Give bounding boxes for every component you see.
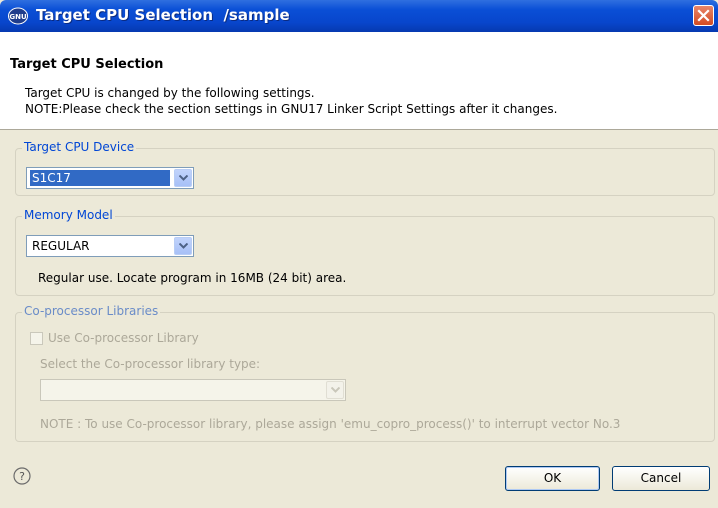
memory-model-dropdown-button[interactable] bbox=[174, 237, 192, 255]
cpu-device-select[interactable]: S1C17 bbox=[26, 167, 194, 189]
header-message-line1: Target CPU is changed by the following s… bbox=[25, 86, 315, 100]
chevron-down-icon bbox=[331, 387, 340, 393]
memory-model-legend: Memory Model bbox=[22, 208, 115, 222]
window-title: Target CPU Selection /sample bbox=[36, 6, 290, 24]
cancel-button[interactable]: Cancel bbox=[612, 466, 710, 491]
ok-button[interactable]: OK bbox=[505, 466, 600, 491]
header-message: Target CPU is changed by the following s… bbox=[25, 85, 557, 117]
chevron-down-icon bbox=[179, 175, 188, 181]
svg-text:GNU: GNU bbox=[9, 13, 27, 21]
coprocessor-type-dropdown-button[interactable] bbox=[326, 381, 344, 399]
header-message-line2: NOTE:Please check the section settings i… bbox=[25, 102, 558, 116]
cpu-device-legend: Target CPU Device bbox=[22, 140, 137, 154]
dialog-window: GNU Target CPU Selection /sample Target … bbox=[0, 0, 718, 508]
cpu-device-value: S1C17 bbox=[30, 170, 170, 186]
use-coprocessor-checkbox[interactable] bbox=[30, 332, 43, 345]
close-icon bbox=[697, 9, 710, 22]
cpu-device-dropdown-button[interactable] bbox=[174, 169, 192, 187]
header-title: Target CPU Selection bbox=[10, 57, 164, 72]
gnu-app-icon: GNU bbox=[8, 7, 28, 25]
chevron-down-icon bbox=[179, 243, 188, 249]
memory-model-description: Regular use. Locate program in 16MB (24 … bbox=[38, 271, 347, 285]
close-button[interactable] bbox=[693, 5, 714, 26]
memory-model-value: REGULAR bbox=[32, 239, 90, 253]
cpu-device-group: Target CPU Device S1C17 bbox=[15, 140, 715, 196]
coprocessor-note: NOTE : To use Co-processor library, plea… bbox=[40, 417, 621, 431]
help-icon[interactable]: ? bbox=[13, 467, 31, 485]
memory-model-select[interactable]: REGULAR bbox=[26, 235, 194, 257]
use-coprocessor-label: Use Co-processor Library bbox=[48, 331, 199, 345]
coprocessor-legend: Co-processor Libraries bbox=[22, 304, 161, 318]
coprocessor-type-select[interactable] bbox=[40, 379, 346, 401]
svg-text:?: ? bbox=[19, 470, 25, 483]
coprocessor-type-label: Select the Co-processor library type: bbox=[40, 357, 261, 371]
dialog-header: Target CPU Selection Target CPU is chang… bbox=[0, 32, 718, 130]
coprocessor-type-value bbox=[44, 382, 48, 398]
coprocessor-group: Co-processor Libraries Use Co-processor … bbox=[15, 304, 715, 442]
memory-model-group: Memory Model REGULAR Regular use. Locate… bbox=[15, 208, 715, 296]
title-bar[interactable]: GNU Target CPU Selection /sample bbox=[0, 0, 718, 32]
